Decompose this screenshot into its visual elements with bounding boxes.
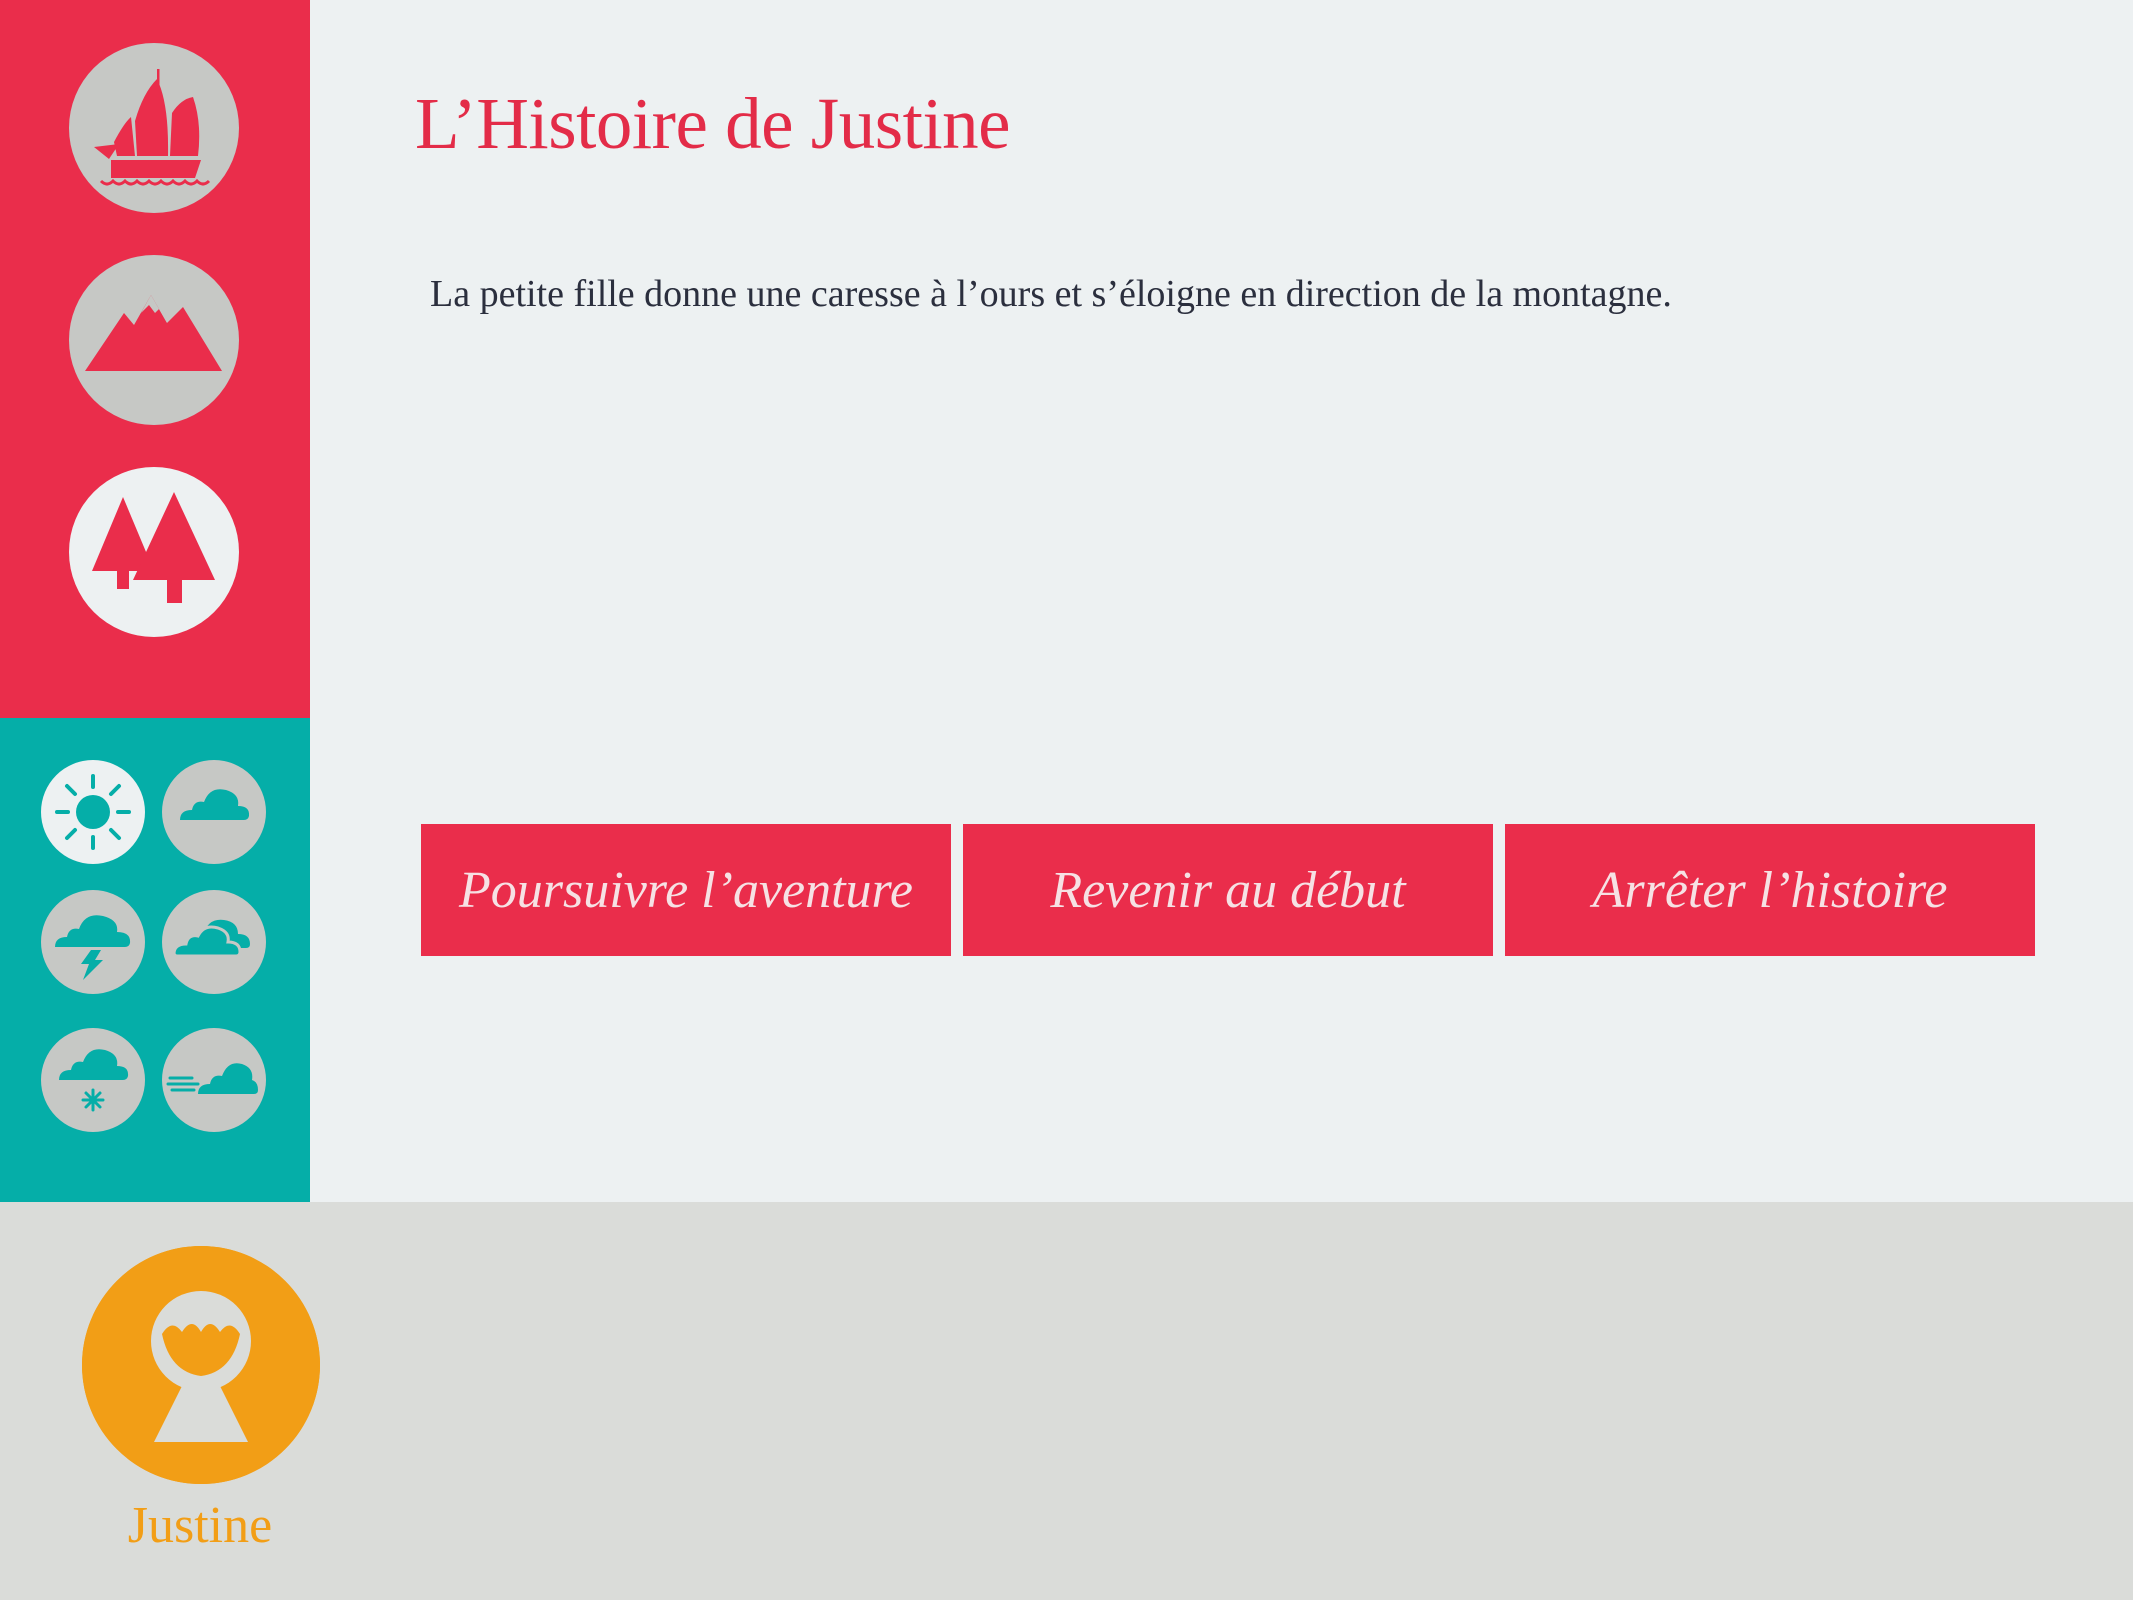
wind-icon — [162, 1028, 266, 1132]
cloud-icon — [162, 760, 266, 864]
weather-cloud-button[interactable] — [162, 760, 266, 864]
junk-boat-icon — [69, 43, 239, 213]
weather-snow-button[interactable] — [41, 1028, 145, 1132]
continue-adventure-button[interactable]: Poursuivre l’aventure — [421, 824, 951, 956]
page-title: L’Histoire de Justine — [415, 83, 1011, 164]
scene-sidebar — [0, 0, 310, 718]
restart-button[interactable]: Revenir au début — [963, 824, 1493, 956]
weather-clouds-button[interactable] — [162, 890, 266, 994]
storm-icon — [41, 890, 145, 994]
scene-boat-button[interactable] — [69, 43, 239, 213]
scene-forest-button[interactable] — [69, 467, 239, 637]
character-name: Justine — [127, 1497, 273, 1554]
weather-storm-button[interactable] — [41, 890, 145, 994]
clouds-icon — [162, 890, 266, 994]
weather-sun-button[interactable] — [41, 760, 145, 864]
weather-wind-button[interactable] — [162, 1028, 266, 1132]
stop-story-button[interactable]: Arrêter l’histoire — [1505, 824, 2035, 956]
weather-sidebar — [0, 718, 310, 1202]
girl-avatar-icon — [82, 1246, 320, 1484]
forest-icon — [69, 467, 239, 637]
character-avatar-button[interactable] — [82, 1246, 320, 1484]
mountain-icon — [69, 255, 239, 425]
scene-mountain-button[interactable] — [69, 255, 239, 425]
story-text: La petite fille donne une caresse à l’ou… — [430, 273, 1672, 315]
snow-icon — [41, 1028, 145, 1132]
sun-icon — [41, 760, 145, 864]
